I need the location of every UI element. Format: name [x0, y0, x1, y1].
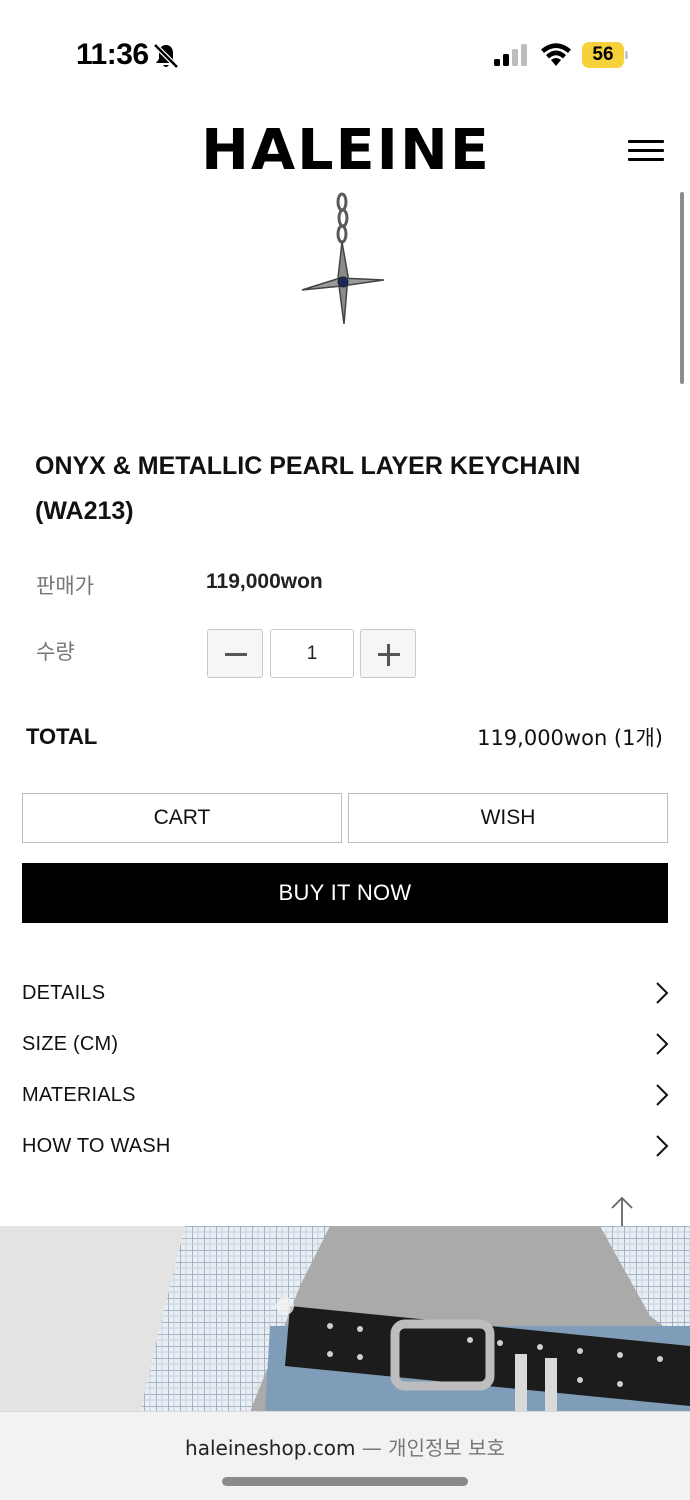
- home-indicator[interactable]: [222, 1477, 468, 1486]
- status-time: 11:36: [76, 38, 149, 71]
- battery-icon: 56: [582, 42, 628, 68]
- quantity-increase-button[interactable]: [360, 629, 416, 678]
- accordion-label: HOW TO WASH: [22, 1135, 171, 1157]
- accordion-label: SIZE (CM): [22, 1033, 119, 1055]
- quantity-label: 수량: [36, 640, 75, 664]
- chevron-right-icon: [656, 1033, 669, 1055]
- bell-slash-icon: [153, 43, 179, 69]
- brand-logo[interactable]: HALEINE: [193, 118, 499, 183]
- chevron-right-icon: [656, 982, 669, 1004]
- cart-button[interactable]: CART: [22, 793, 342, 843]
- scroll-indicator: [680, 192, 684, 384]
- browser-url[interactable]: haleineshop.com — 개인정보 보호: [0, 1432, 690, 1461]
- total-label: TOTAL: [26, 724, 98, 749]
- price-label: 판매가: [36, 574, 94, 598]
- accordion-how-to-wash[interactable]: HOW TO WASH: [22, 1127, 670, 1167]
- accordion-details[interactable]: DETAILS: [22, 974, 670, 1014]
- accordion-materials[interactable]: MATERIALS: [22, 1076, 670, 1116]
- wifi-icon: [541, 43, 571, 66]
- product-title: ONYX & METALLIC PEARL LAYER KEYCHAIN (WA…: [35, 452, 581, 525]
- wish-button[interactable]: WISH: [348, 793, 668, 843]
- price-value: 119,000won: [206, 570, 323, 593]
- accordion-label: DETAILS: [22, 982, 106, 1004]
- privacy-label: — 개인정보 보호: [361, 1436, 505, 1460]
- battery-level: 56: [592, 44, 614, 65]
- buy-now-button[interactable]: BUY IT NOW: [22, 863, 668, 923]
- minus-icon: [225, 653, 247, 656]
- chevron-right-icon: [656, 1084, 669, 1106]
- chevron-right-icon: [656, 1135, 669, 1157]
- quantity-input[interactable]: 1: [270, 629, 354, 678]
- accordion-size[interactable]: SIZE (CM): [22, 1025, 670, 1065]
- lifestyle-photo: [0, 1226, 690, 1412]
- browser-domain: haleineshop.com: [185, 1436, 356, 1460]
- signal-icon: [494, 44, 527, 66]
- accordion-label: MATERIALS: [22, 1084, 136, 1106]
- quantity-decrease-button[interactable]: [207, 629, 263, 678]
- total-value: 119,000won (1개): [477, 726, 663, 750]
- hamburger-menu-icon[interactable]: [628, 140, 664, 164]
- browser-address-bar[interactable]: haleineshop.com — 개인정보 보호: [0, 1411, 690, 1500]
- product-image[interactable]: [296, 190, 392, 330]
- status-bar: 11:36 56: [0, 0, 690, 100]
